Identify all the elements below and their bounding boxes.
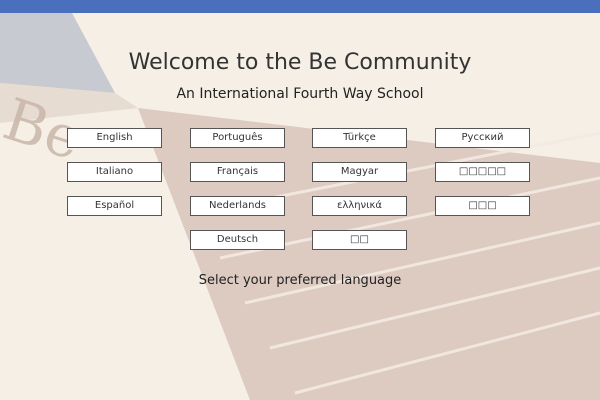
language-button-italian[interactable]: Italiano bbox=[67, 162, 162, 182]
language-prompt: Select your preferred language bbox=[198, 273, 402, 288]
page-title: Welcome to the Be Community bbox=[128, 50, 472, 75]
book-cover-shape bbox=[138, 108, 600, 400]
language-button-dutch[interactable]: Nederlands bbox=[190, 196, 285, 216]
language-button-unrendered-1[interactable]: □□□□□ bbox=[435, 162, 530, 182]
language-button-unrendered-3[interactable]: □□ bbox=[312, 230, 407, 250]
top-bar bbox=[0, 0, 600, 13]
language-button-spanish[interactable]: Español bbox=[67, 196, 162, 216]
page-subtitle: An International Fourth Way School bbox=[176, 86, 424, 102]
language-button-english[interactable]: English bbox=[67, 128, 162, 148]
language-button-german[interactable]: Deutsch bbox=[190, 230, 285, 250]
language-button-turkish[interactable]: Türkçe bbox=[312, 128, 407, 148]
language-button-greek[interactable]: ελληνικά bbox=[312, 196, 407, 216]
language-button-russian[interactable]: Русский bbox=[435, 128, 530, 148]
language-button-portuguese[interactable]: Português bbox=[190, 128, 285, 148]
language-button-unrendered-2[interactable]: □□□ bbox=[435, 196, 530, 216]
language-button-french[interactable]: Français bbox=[190, 162, 285, 182]
language-button-hungarian[interactable]: Magyar bbox=[312, 162, 407, 182]
